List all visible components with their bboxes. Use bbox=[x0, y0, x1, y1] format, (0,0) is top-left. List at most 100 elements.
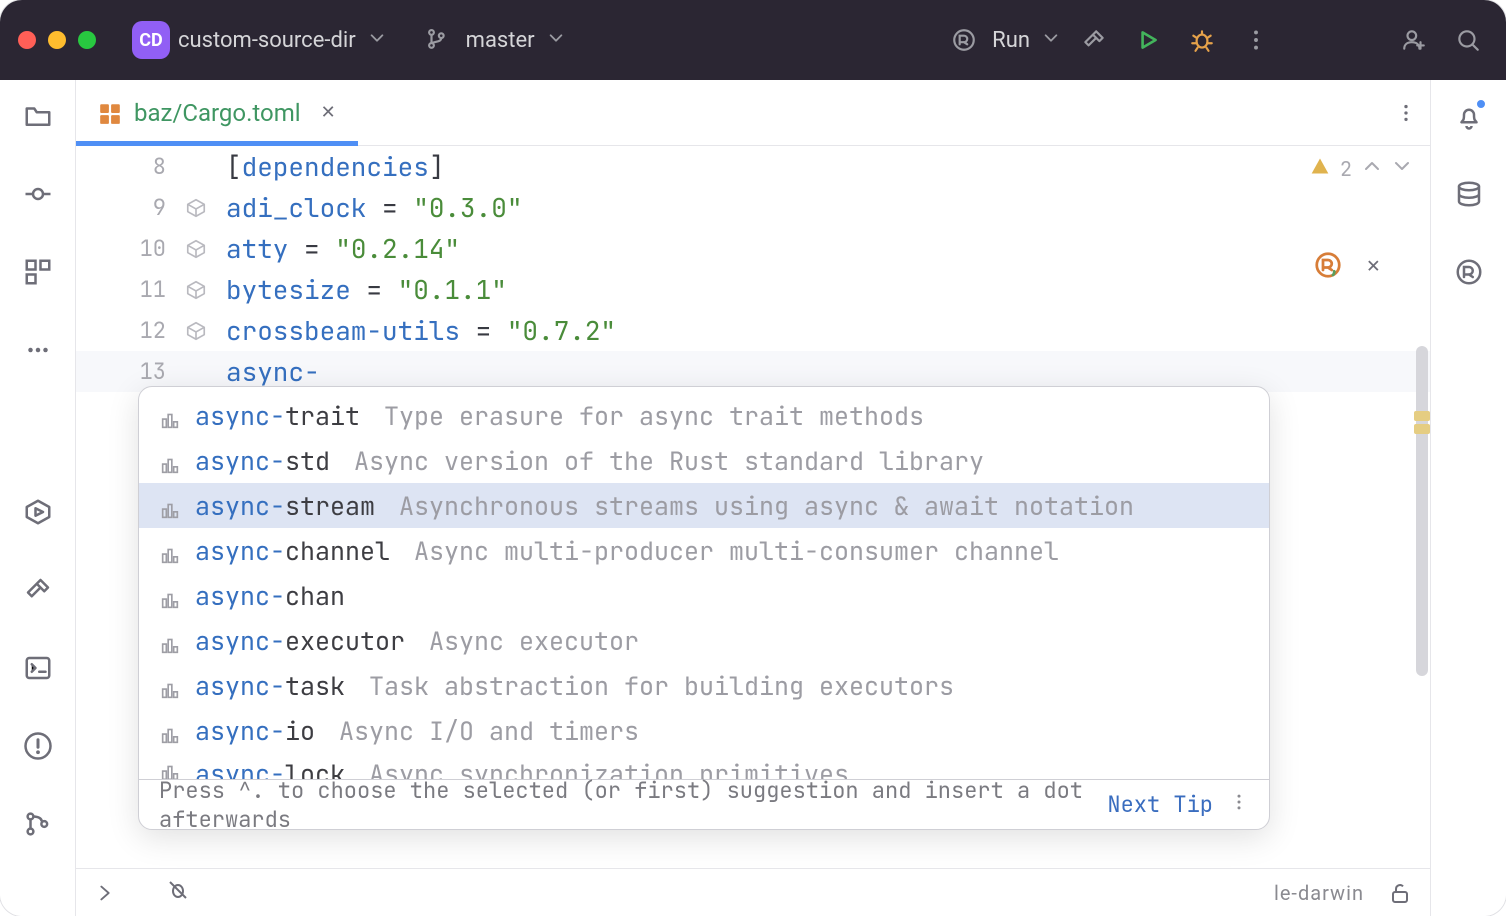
completion-item[interactable]: async-streamAsynchronous streams using a… bbox=[139, 483, 1269, 528]
zoom-window-button[interactable] bbox=[78, 31, 96, 49]
run-config-selector[interactable]: Run bbox=[944, 20, 1060, 60]
run-tool-button[interactable] bbox=[22, 496, 54, 528]
dismiss-widget-button[interactable]: ✕ bbox=[1367, 251, 1380, 280]
completion-item[interactable]: async-chan bbox=[139, 573, 1269, 618]
warning-icon bbox=[1310, 156, 1330, 182]
crate-icon bbox=[159, 495, 181, 517]
window-controls bbox=[18, 31, 96, 49]
completion-list[interactable]: async-traitType erasure for async trait … bbox=[139, 387, 1269, 779]
code-line[interactable]: 12 crossbeam-utils = "0.7.2" bbox=[76, 310, 1430, 351]
app-window: CD custom-source-dir master Run bbox=[0, 0, 1506, 916]
problems-tool-button[interactable] bbox=[22, 730, 54, 762]
notifications-button[interactable] bbox=[1453, 100, 1485, 132]
crate-icon bbox=[159, 675, 181, 697]
completion-item[interactable]: async-traitType erasure for async trait … bbox=[139, 393, 1269, 438]
crate-icon bbox=[159, 405, 181, 427]
run-button[interactable] bbox=[1128, 20, 1168, 60]
chevron-down-icon bbox=[368, 29, 386, 51]
toml-file-icon bbox=[98, 101, 122, 125]
line-number: 8 bbox=[76, 152, 176, 181]
branch-name: master bbox=[466, 28, 535, 53]
crate-icon bbox=[159, 630, 181, 652]
more-actions-button[interactable] bbox=[1236, 20, 1276, 60]
editor-scrollbar[interactable] bbox=[1416, 146, 1428, 916]
completion-popup: async-traitType erasure for async trait … bbox=[138, 386, 1270, 830]
terminal-tool-button[interactable] bbox=[22, 652, 54, 684]
rust-icon bbox=[944, 20, 984, 60]
vcs-branch-selector[interactable]: master bbox=[418, 20, 565, 60]
right-tool-strip bbox=[1430, 80, 1506, 916]
database-tool-button[interactable] bbox=[1453, 178, 1485, 210]
project-selector[interactable]: CD custom-source-dir bbox=[132, 21, 386, 59]
branch-icon bbox=[418, 20, 458, 60]
debug-button[interactable] bbox=[1182, 20, 1222, 60]
completion-item[interactable]: async-taskTask abstraction for building … bbox=[139, 663, 1269, 708]
inspection-warning-count: 2 bbox=[1340, 156, 1352, 182]
minimize-window-button[interactable] bbox=[48, 31, 66, 49]
code-line[interactable]: 10 atty = "0.2.14" bbox=[76, 228, 1430, 269]
cargo-refresh-widget: ✕ bbox=[1297, 242, 1396, 288]
readonly-toggle[interactable] bbox=[1388, 881, 1412, 905]
no-bug-icon[interactable] bbox=[166, 878, 190, 907]
crate-gutter-icon[interactable] bbox=[176, 320, 216, 342]
expand-status-button[interactable] bbox=[94, 882, 116, 904]
scrollbar-marker bbox=[1414, 411, 1430, 421]
project-name: custom-source-dir bbox=[178, 28, 356, 53]
editor-tab-label: baz/Cargo.toml bbox=[134, 99, 301, 127]
crate-icon bbox=[159, 540, 181, 562]
more-tools-button[interactable] bbox=[22, 334, 54, 366]
editor-tab-more-button[interactable] bbox=[1382, 80, 1430, 145]
code-editor[interactable]: 8[dependencies] 9 adi_clock = "0.3.0" 10 att… bbox=[76, 146, 1430, 916]
build-button[interactable] bbox=[1074, 20, 1114, 60]
line-number: 10 bbox=[76, 234, 176, 263]
crate-gutter-icon[interactable] bbox=[176, 238, 216, 260]
completion-tip-text: Press ^. to choose the selected (or firs… bbox=[159, 776, 1091, 831]
line-number: 12 bbox=[76, 316, 176, 345]
left-tool-strip bbox=[0, 80, 76, 916]
completion-item[interactable]: async-stdAsync version of the Rust stand… bbox=[139, 438, 1269, 483]
completion-item[interactable]: async-executorAsync executor bbox=[139, 618, 1269, 663]
commit-tool-button[interactable] bbox=[22, 178, 54, 210]
titlebar: CD custom-source-dir master Run bbox=[0, 0, 1506, 80]
code-with-me-button[interactable] bbox=[1394, 20, 1434, 60]
search-everywhere-button[interactable] bbox=[1448, 20, 1488, 60]
vcs-tool-button[interactable] bbox=[22, 808, 54, 840]
code-text: atty = "0.2.14" bbox=[216, 231, 460, 266]
close-tab-button[interactable]: ✕ bbox=[321, 102, 336, 123]
completion-item[interactable]: async-channelAsync multi-producer multi-… bbox=[139, 528, 1269, 573]
code-line[interactable]: 11 bytesize = "0.1.1" bbox=[76, 269, 1430, 310]
status-text-fragment: le-darwin bbox=[1274, 881, 1364, 905]
code-text: adi_clock = "0.3.0" bbox=[216, 190, 522, 225]
structure-tool-button[interactable] bbox=[22, 256, 54, 288]
completion-footer: Press ^. to choose the selected (or firs… bbox=[139, 779, 1269, 829]
close-window-button[interactable] bbox=[18, 31, 36, 49]
run-config-label: Run bbox=[992, 28, 1030, 53]
editor-tab-bar: baz/Cargo.toml ✕ bbox=[76, 80, 1430, 146]
code-text: crossbeam-utils = "0.7.2" bbox=[216, 313, 616, 348]
scrollbar-thumb[interactable] bbox=[1416, 346, 1428, 676]
prev-highlight-button[interactable] bbox=[1362, 156, 1382, 182]
completion-item[interactable]: async-ioAsync I/O and timers bbox=[139, 708, 1269, 753]
completion-settings-button[interactable] bbox=[1229, 790, 1249, 819]
inspection-widget[interactable]: 2 bbox=[1310, 156, 1412, 182]
notification-indicator bbox=[1475, 98, 1487, 110]
crate-gutter-icon[interactable] bbox=[176, 279, 216, 301]
code-text: async- bbox=[216, 354, 320, 389]
next-tip-link[interactable]: Next Tip bbox=[1107, 790, 1213, 819]
chevron-down-icon bbox=[1042, 29, 1060, 51]
cargo-tool-button[interactable] bbox=[1453, 256, 1485, 288]
line-number: 11 bbox=[76, 275, 176, 304]
line-number: 9 bbox=[76, 193, 176, 222]
crate-gutter-icon[interactable] bbox=[176, 197, 216, 219]
editor-area: baz/Cargo.toml ✕ 8[dependencies] 9 adi_clo… bbox=[76, 80, 1430, 916]
cargo-refresh-button[interactable] bbox=[1313, 250, 1343, 280]
scrollbar-marker bbox=[1414, 424, 1430, 434]
code-line[interactable]: 8[dependencies] bbox=[76, 146, 1430, 187]
project-tool-button[interactable] bbox=[22, 100, 54, 132]
crate-icon bbox=[159, 450, 181, 472]
next-highlight-button[interactable] bbox=[1392, 156, 1412, 182]
editor-tab-cargo-toml[interactable]: baz/Cargo.toml ✕ bbox=[76, 80, 358, 145]
code-line[interactable]: 9 adi_clock = "0.3.0" bbox=[76, 187, 1430, 228]
code-text: bytesize = "0.1.1" bbox=[216, 272, 507, 307]
build-tool-button[interactable] bbox=[22, 574, 54, 606]
